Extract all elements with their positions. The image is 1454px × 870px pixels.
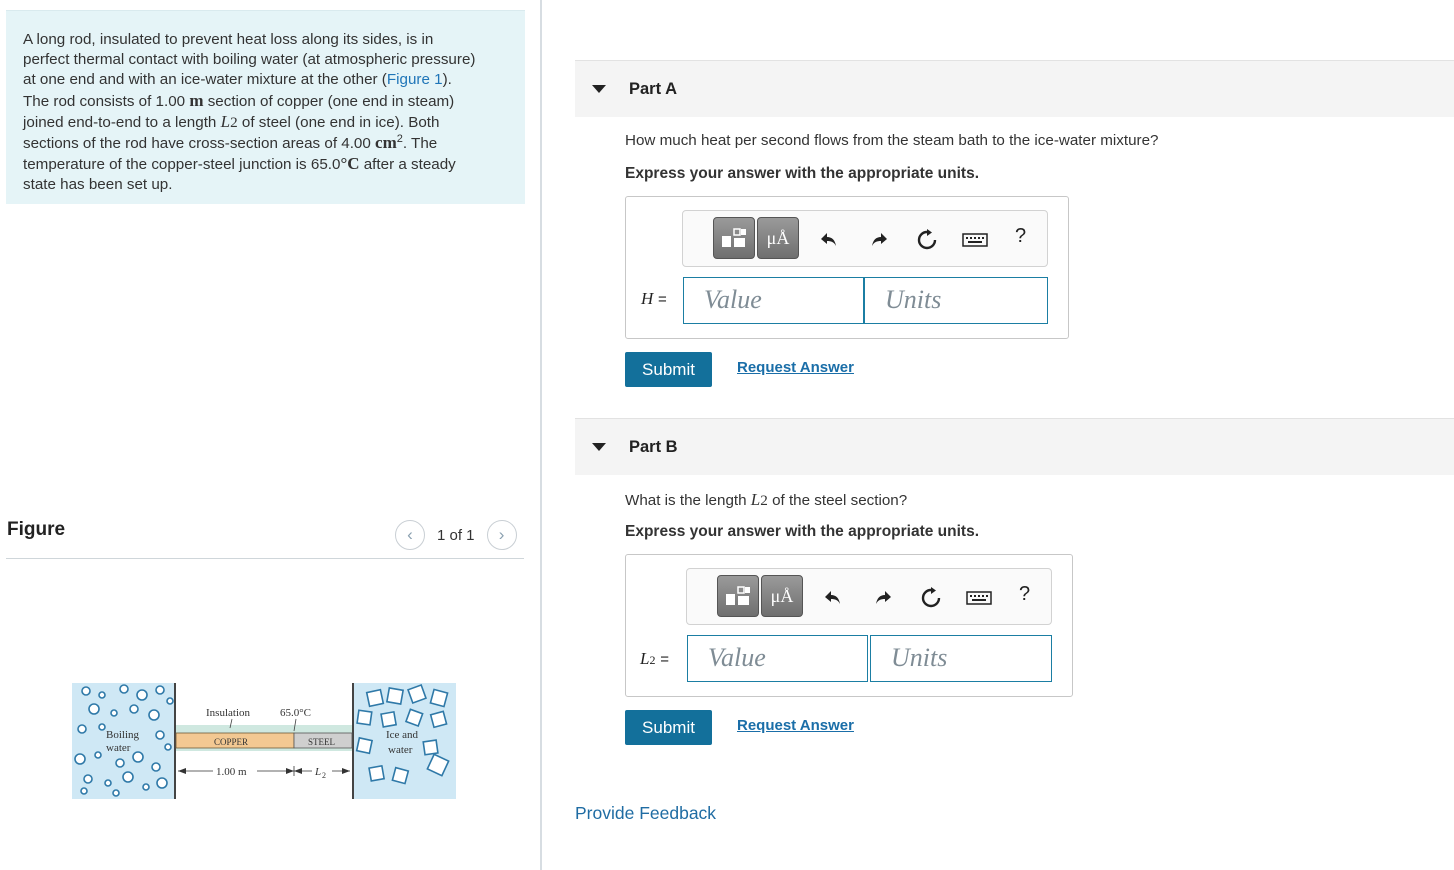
reset-icon[interactable] <box>916 229 938 251</box>
problem-text: joined end-to-end to a length <box>23 113 221 131</box>
part-a-toolbar: μÅ ? <box>682 210 1048 267</box>
problem-text: section of copper (one end in steam) <box>203 92 455 110</box>
part-b-value-input[interactable]: Value <box>687 635 868 682</box>
figure-prev-button[interactable]: ‹ <box>395 520 425 550</box>
problem-text: °C <box>340 154 360 174</box>
copper-length-label: 1.00 m <box>216 766 247 778</box>
part-b-title: Part B <box>629 437 678 456</box>
undo-icon[interactable] <box>818 229 840 251</box>
problem-text: after a steady <box>359 156 456 174</box>
figure-next-button[interactable]: › <box>486 520 517 550</box>
part-a-submit-button[interactable]: Submit <box>625 352 712 387</box>
redo-icon[interactable] <box>872 587 894 609</box>
units-icon: μÅ <box>766 227 790 248</box>
part-b-request-answer-link[interactable]: Request Answer <box>737 717 854 734</box>
redo-icon[interactable] <box>868 229 890 251</box>
problem-text: perfect thermal contact with boiling wat… <box>23 51 476 69</box>
problem-text: The rod consists of 1.00 <box>23 92 190 110</box>
question-text: L <box>750 490 761 509</box>
question-text: What is the length <box>625 492 751 509</box>
part-a-question: How much heat per second flows from the … <box>625 132 1159 149</box>
templates-button[interactable] <box>717 575 759 617</box>
undo-icon[interactable] <box>822 587 844 609</box>
problem-text: m <box>189 90 204 110</box>
ice-water-label: water <box>388 744 413 756</box>
junction-temp-label: 65.0°C <box>280 707 311 719</box>
problem-text: state has been set up. <box>23 176 173 194</box>
help-icon[interactable]: ? <box>1015 225 1026 248</box>
rod-figure: Insulation 65.0°C COPPER STEEL Boiling w… <box>72 683 456 799</box>
part-b-header[interactable]: Part B <box>575 418 1454 475</box>
caret-down-icon <box>592 443 606 451</box>
problem-line: A long rod, insulated to prevent heat lo… <box>23 30 508 50</box>
figure-pager-label: 1 of 1 <box>437 526 475 544</box>
problem-line: perfect thermal contact with boiling wat… <box>23 50 508 70</box>
reset-icon[interactable] <box>920 587 942 609</box>
problem-text: 2 <box>230 113 238 131</box>
problem-text: temperature of the copper-steel junction… <box>23 156 341 174</box>
part-a-value-input[interactable]: Value <box>683 277 864 324</box>
part-b-units-input[interactable]: Units <box>870 635 1052 682</box>
chevron-left-icon: ‹ <box>407 525 413 544</box>
problem-line: state has been set up. <box>23 175 508 195</box>
problem-text: cm <box>375 133 397 153</box>
units-button[interactable]: μÅ <box>757 217 799 259</box>
steel-length-subscript: 2 <box>322 771 326 780</box>
ice-label: Ice and <box>386 729 419 741</box>
figure-pager: ‹ 1 of 1 › <box>395 520 517 550</box>
problem-line: at one end and with an ice-water mixture… <box>23 70 508 90</box>
templates-icon <box>722 228 746 247</box>
figure-title: Figure <box>7 519 66 540</box>
question-text: How much heat per second flows from the … <box>625 132 1159 149</box>
question-text: 2 <box>760 492 768 509</box>
keyboard-icon[interactable] <box>965 587 993 609</box>
copper-label: COPPER <box>214 737 248 747</box>
help-icon[interactable]: ? <box>1019 583 1030 606</box>
problem-statement: A long rod, insulated to prevent heat lo… <box>6 10 525 204</box>
part-a-title: Part A <box>629 79 677 98</box>
problem-line: joined end-to-end to a length L2 of stee… <box>23 112 508 133</box>
part-b-instruction: Express your answer with the appropriate… <box>625 523 980 540</box>
problem-text: L <box>220 111 231 131</box>
figure-divider <box>6 558 524 559</box>
chevron-right-icon: › <box>498 525 505 544</box>
insulation-label: Insulation <box>206 707 250 719</box>
boiling-label: Boiling <box>106 729 140 741</box>
templates-icon <box>726 586 750 605</box>
caret-down-icon <box>592 85 606 93</box>
provide-feedback-link[interactable]: Provide Feedback <box>575 803 716 824</box>
part-b-question: What is the length L2 of the steel secti… <box>625 490 907 510</box>
part-a-request-answer-link[interactable]: Request Answer <box>737 359 854 376</box>
problem-text: . The <box>402 135 438 153</box>
templates-button[interactable] <box>713 217 755 259</box>
figure-link[interactable]: Figure 1 <box>387 71 443 88</box>
problem-text: of steel (one end in ice). Both <box>237 113 440 131</box>
boiling-water-label: water <box>106 742 131 754</box>
part-b-answer-box: μÅ ? L2 = Value Units <box>625 554 1073 697</box>
panel-divider <box>540 0 542 870</box>
problem-line: sections of the rod have cross-section a… <box>23 133 508 154</box>
part-a-header[interactable]: Part A <box>575 60 1454 117</box>
part-a-answer-box: μÅ ? H = Value Units <box>625 196 1069 339</box>
part-a-variable: H = <box>641 289 667 308</box>
steel-label: STEEL <box>308 737 335 747</box>
part-b-submit-button[interactable]: Submit <box>625 710 712 745</box>
part-b-toolbar: μÅ ? <box>686 568 1052 625</box>
problem-line: The rod consists of 1.00 m section of co… <box>23 91 508 112</box>
keyboard-icon[interactable] <box>961 229 989 251</box>
problem-text: ). <box>442 71 452 89</box>
question-text: of the steel section? <box>767 492 908 509</box>
units-button[interactable]: μÅ <box>761 575 803 617</box>
problem-text: sections of the rod have cross-section a… <box>23 135 376 153</box>
part-b-variable: L2 = <box>640 649 669 668</box>
problem-text: at one end and with an ice-water mixture… <box>23 71 387 89</box>
problem-line: temperature of the copper-steel junction… <box>23 154 508 175</box>
units-icon: μÅ <box>770 585 794 606</box>
steel-length-label: L <box>314 766 321 778</box>
part-a-units-input[interactable]: Units <box>864 277 1048 324</box>
part-a-instruction: Express your answer with the appropriate… <box>625 165 980 182</box>
problem-text: A long rod, insulated to prevent heat lo… <box>23 31 434 48</box>
